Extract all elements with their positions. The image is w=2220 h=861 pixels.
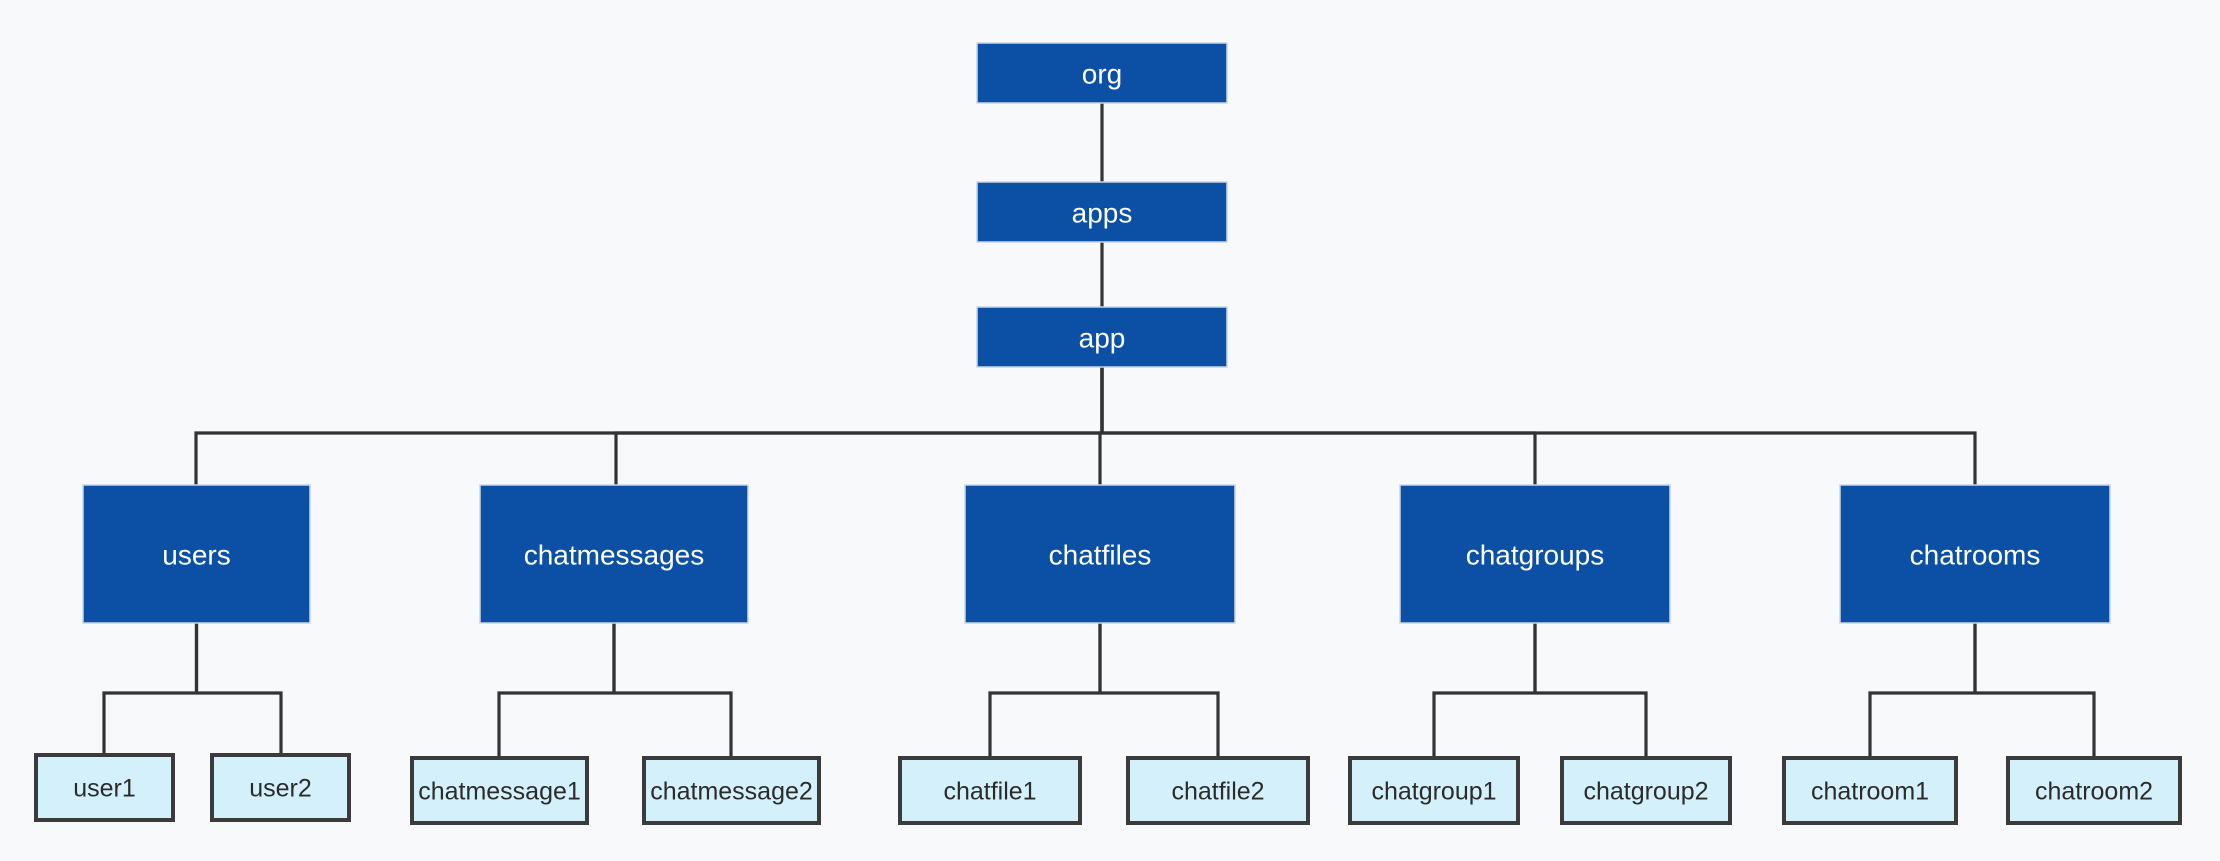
node-label-chatmessage1: chatmessage1	[418, 778, 581, 806]
tree-diagram-canvas: org apps app users chatmessages chatfiles chat…	[34, 42, 2182, 825]
node-label-app: app	[1079, 323, 1126, 354]
node-label-org: org	[1082, 59, 1122, 90]
node-chatroom1[interactable]: chatroom1	[1782, 756, 1958, 825]
tree-diagram: org apps app users chatmessages chatfiles chat…	[0, 0, 2220, 861]
edge-chatfiles-to-chatfile1	[988, 623, 1102, 758]
edge-chatgroups-to-chatgroup1	[1432, 623, 1537, 758]
node-label-chatroom2: chatroom2	[2035, 778, 2153, 806]
node-label-chatfile2: chatfile2	[1171, 778, 1264, 806]
node-label-users: users	[162, 540, 230, 571]
edge-users-to-user2	[194, 623, 283, 755]
node-label-apps: apps	[1072, 198, 1133, 229]
node-chatrooms[interactable]: chatrooms	[1839, 484, 2111, 624]
node-label-chatmessages: chatmessages	[524, 540, 705, 571]
edge-chatrooms-to-chatroom1	[1868, 623, 1977, 758]
node-label-chatmessage2: chatmessage2	[650, 778, 813, 806]
node-label-chatgroup1: chatgroup1	[1371, 778, 1496, 806]
node-label-chatgroup2: chatgroup2	[1583, 778, 1708, 806]
edge-app-to-chatmessages	[614, 367, 1104, 485]
node-label-chatrooms: chatrooms	[1910, 540, 2041, 571]
node-app[interactable]: app	[976, 306, 1228, 368]
node-label-user2: user2	[249, 775, 312, 803]
node-chatmessage1[interactable]: chatmessage1	[410, 756, 589, 825]
node-chatgroups[interactable]: chatgroups	[1399, 484, 1671, 624]
node-label-chatgroups: chatgroups	[1466, 540, 1605, 571]
node-apps[interactable]: apps	[976, 181, 1228, 243]
node-chatroom2[interactable]: chatroom2	[2006, 756, 2182, 825]
edge-users-to-user1	[102, 623, 199, 755]
node-chatfile2[interactable]: chatfile2	[1126, 756, 1310, 825]
edge-app-to-chatgroups	[1100, 367, 1537, 485]
node-chatfile1[interactable]: chatfile1	[898, 756, 1082, 825]
node-user1[interactable]: user1	[34, 753, 175, 822]
edge-app-to-users	[194, 367, 1104, 485]
node-users[interactable]: users	[82, 484, 311, 624]
node-chatmessages[interactable]: chatmessages	[479, 484, 749, 624]
node-label-chatroom1: chatroom1	[1811, 778, 1929, 806]
edge-chatgroups-to-chatgroup2	[1533, 623, 1648, 758]
node-chatgroup2[interactable]: chatgroup2	[1560, 756, 1732, 825]
edge-chatmessages-to-chatmessage1	[497, 623, 616, 758]
node-user2[interactable]: user2	[210, 753, 351, 822]
edge-chatrooms-to-chatroom2	[1973, 623, 2096, 758]
node-chatmessage2[interactable]: chatmessage2	[642, 756, 821, 825]
node-chatfiles[interactable]: chatfiles	[964, 484, 1236, 624]
node-label-chatfile1: chatfile1	[943, 778, 1036, 806]
node-chatgroup1[interactable]: chatgroup1	[1348, 756, 1520, 825]
node-label-user1: user1	[73, 775, 136, 803]
edge-chatfiles-to-chatfile2	[1098, 623, 1220, 758]
node-org[interactable]: org	[976, 42, 1228, 104]
edge-chatmessages-to-chatmessage2	[612, 623, 733, 758]
edge-app-to-chatrooms	[1100, 367, 1977, 485]
node-label-chatfiles: chatfiles	[1049, 540, 1152, 571]
